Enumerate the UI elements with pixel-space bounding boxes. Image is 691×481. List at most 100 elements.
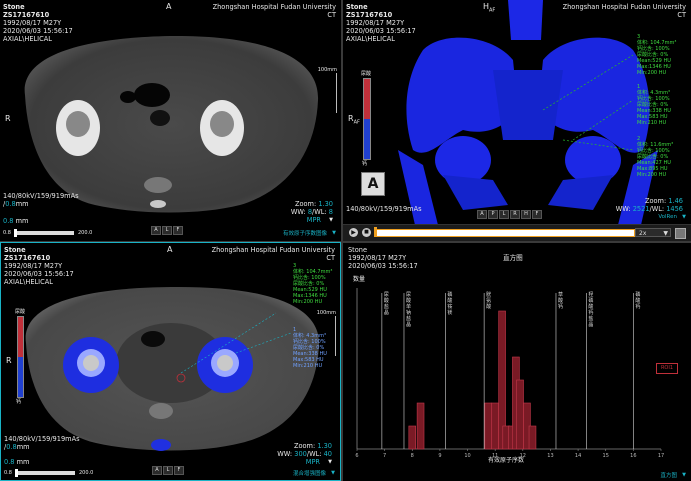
- footer-dropdown-icon[interactable]: ▼: [331, 469, 335, 477]
- viewport-volume-render[interactable]: Stone ZS17167610 1992/08/17 M27Y 2020/06…: [343, 0, 691, 241]
- orientation-left: R: [5, 114, 11, 123]
- view-button-a[interactable]: A: [477, 210, 487, 219]
- modality: CT: [327, 11, 336, 19]
- view-button-f[interactable]: F: [532, 210, 542, 219]
- patient-dob: 1992/08/17 M27Y: [4, 262, 63, 270]
- reference-label: 酸: [588, 303, 593, 310]
- reference-label: 磷: [588, 297, 593, 304]
- study-datetime: 2020/06/03 15:56:17: [346, 27, 416, 35]
- reference-label: 酸: [486, 303, 491, 310]
- colorbar-bottom-label: 钙: [362, 161, 368, 167]
- patient-name: Stone: [346, 3, 368, 11]
- view-button-h[interactable]: H: [521, 210, 531, 219]
- wl-value[interactable]: 1456: [666, 205, 683, 213]
- material-colorbar: [17, 316, 24, 398]
- viewport-axial-effective-z[interactable]: Stone ZS17167610 1992/08/17 M27Y 2020/06…: [0, 0, 341, 241]
- x-tick-label: 16: [630, 453, 636, 459]
- reference-label: 酸: [558, 297, 563, 304]
- study-datetime: 2020/06/03 15:56:17: [3, 27, 73, 35]
- hospital-name: Zhongshan Hospital Fudan University: [562, 3, 686, 11]
- reference-label: 氨: [486, 297, 491, 304]
- thickness-slider[interactable]: [15, 471, 75, 475]
- render-mode-label[interactable]: VolRen: [658, 213, 677, 221]
- window-readout: WW: 8/WL: 8: [290, 208, 333, 216]
- reference-label: 晶: [406, 322, 411, 328]
- reference-label: 酸: [406, 297, 411, 304]
- reference-label: 草: [558, 291, 563, 298]
- x-tick-label: 7: [383, 453, 386, 459]
- speed-dropdown-icon: ▼: [663, 230, 668, 237]
- playback-slider[interactable]: [375, 229, 635, 237]
- orient-button-f[interactable]: F: [174, 466, 184, 475]
- acq-params: 140/80kV/159/919mAs: [346, 205, 422, 213]
- histogram-bar: [416, 402, 425, 450]
- slider-handle[interactable]: [14, 229, 17, 237]
- footer-dropdown-icon[interactable]: ▼: [332, 229, 336, 237]
- playback-handle[interactable]: [374, 227, 377, 237]
- mode-label[interactable]: MPR: [306, 458, 320, 466]
- orient-button-f[interactable]: F: [173, 226, 183, 235]
- orientation-left: R: [6, 356, 12, 365]
- series-desc: AXIAL\HELICAL: [3, 35, 52, 43]
- thickness-slider[interactable]: [14, 231, 74, 235]
- export-button[interactable]: [675, 228, 686, 239]
- histogram-bar: [516, 379, 524, 450]
- roi-annotation-1: 1 体积: 4.3mm³ 钙比含: 100% 尿酸比含: 0% Mean:338…: [637, 84, 671, 126]
- orient-button-a[interactable]: A: [152, 466, 162, 475]
- reference-label: 酸: [635, 297, 640, 304]
- roi-annotation-3: 3 体积: 104.7mm³ 钙比含: 100% 尿酸比含: 0% Mean:5…: [637, 34, 677, 76]
- wl-value[interactable]: 8: [329, 208, 333, 216]
- patient-id: ZS17167610: [346, 11, 393, 19]
- histogram-bar: [528, 425, 537, 450]
- footer-link[interactable]: 有效原子序数图像: [283, 230, 327, 238]
- colorbar-top-label: 尿酸: [361, 71, 372, 77]
- reference-label: 铵: [447, 303, 452, 310]
- hospital-name: Zhongshan Hospital Fudan University: [212, 3, 336, 11]
- x-tick-label: 6: [355, 453, 358, 459]
- orient-button-a[interactable]: A: [151, 226, 161, 235]
- reference-label: 单: [406, 303, 411, 310]
- mode-label[interactable]: MPR: [307, 216, 321, 224]
- view-button-p[interactable]: P: [488, 210, 498, 219]
- histogram-bar: [408, 425, 417, 450]
- footer-link[interactable]: 混合增强图像: [293, 470, 326, 478]
- wl-value[interactable]: 40: [324, 450, 332, 458]
- acq-params: 140/80kV/159/919mAs: [3, 192, 79, 200]
- orientation-cube[interactable]: A: [361, 172, 385, 196]
- reference-label: 钙: [558, 303, 563, 310]
- speed-select[interactable]: 2x ▼: [635, 228, 671, 237]
- viewport-axial-material-overlay[interactable]: Stone ZS17167610 1992/08/17 M27Y 2020/06…: [0, 242, 341, 481]
- histogram-chart: 6 7 8 9 10 11 12 13 14 15 16 17尿酸盐晶尿酸单钠盐晶磷酸铵镁胱氨酸草酸钙…: [355, 288, 664, 459]
- view-button-r[interactable]: R: [510, 210, 520, 219]
- orient-button-l[interactable]: L: [163, 466, 173, 475]
- ww-value[interactable]: 2521: [633, 205, 650, 213]
- orient-button-l[interactable]: L: [162, 226, 172, 235]
- x-tick-label: 14: [575, 453, 581, 459]
- reference-label: 酸: [447, 297, 452, 304]
- slider-min: 0.8: [4, 470, 12, 476]
- mode-dropdown-icon[interactable]: ▼: [328, 458, 332, 466]
- thickness-value-2: 0.8 mm: [3, 217, 29, 225]
- slider-max: 200.0: [79, 470, 94, 476]
- x-tick-label: 10: [464, 453, 470, 459]
- reference-label: 钠: [406, 309, 411, 316]
- slider-handle[interactable]: [15, 469, 18, 477]
- window-readout: WW: 2521/WL: 1456: [615, 205, 683, 213]
- scale-bar: [336, 73, 337, 113]
- patient-name: Stone: [3, 3, 25, 11]
- play-button[interactable]: ▶: [349, 228, 358, 237]
- zoom-readout: Zoom: 1.30: [293, 442, 332, 450]
- stop-button[interactable]: ■: [362, 228, 371, 237]
- acq-params: 140/80kV/159/919mAs: [4, 435, 80, 443]
- x-tick-label: 11: [492, 453, 498, 459]
- thickness-value[interactable]: 0.8: [6, 443, 17, 451]
- mode-dropdown-icon[interactable]: ▼: [329, 216, 333, 224]
- viewport-histogram[interactable]: Stone 1992/08/17 M27Y 2020/06/03 15:56:1…: [343, 243, 691, 481]
- thickness-value[interactable]: 0.8: [5, 200, 16, 208]
- x-tick-label: 17: [658, 453, 664, 459]
- render-mode-dropdown-icon[interactable]: ▼: [682, 213, 686, 221]
- ww-value[interactable]: 300: [294, 450, 307, 458]
- slice-thickness: /0.8mm: [4, 443, 30, 451]
- view-button-l[interactable]: L: [499, 210, 509, 219]
- x-tick-label: 12: [520, 453, 526, 459]
